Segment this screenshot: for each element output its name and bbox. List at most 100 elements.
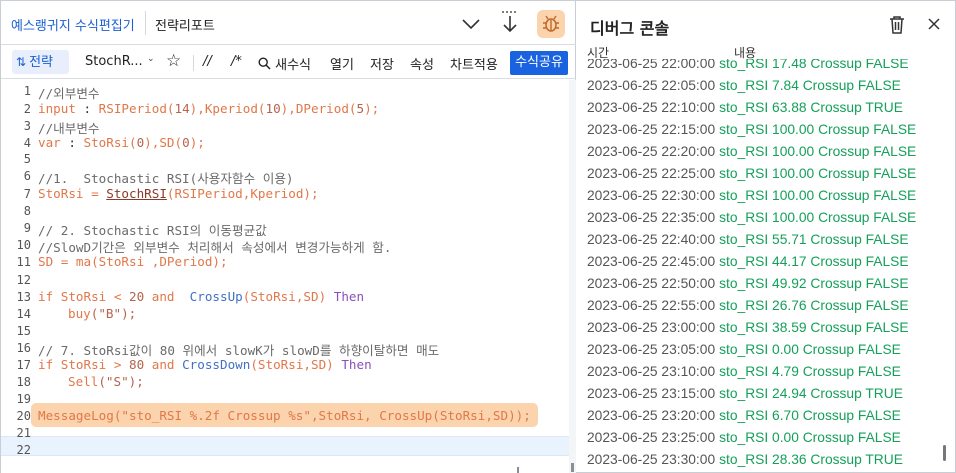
- line-number: 10: [16, 238, 31, 252]
- line-number: 13: [16, 290, 31, 304]
- code-line-13: if StoRsi < 20 and CrossUp(StoRsi,SD) Th…: [38, 289, 365, 304]
- code-scrollbar[interactable]: [569, 80, 576, 473]
- log-row: 2023-06-25 22:15:00 sto_RSI 100.00 Crossu…: [587, 122, 916, 144]
- line-number: 7: [23, 187, 31, 201]
- code-editor[interactable]: 1 2 3 4 5 6 7 8 9 10 11 12 13 14 15 16 17 18 19 20 21 22 //외부…: [1, 80, 576, 473]
- open-button[interactable]: 열기: [330, 54, 354, 73]
- log-message: sto_RSI 49.92 Crossup FALSE: [719, 276, 909, 291]
- search-icon: [258, 57, 271, 70]
- code-scroll-thumb[interactable]: [571, 463, 574, 472]
- console-scroll-thumb[interactable]: [943, 445, 946, 461]
- line-number: 9: [23, 221, 31, 235]
- log-time: 2023-06-25 23:05:00: [587, 342, 716, 357]
- new-formula-label: 새수식: [275, 58, 312, 73]
- line-number: 1: [23, 84, 31, 98]
- line-number: 17: [16, 358, 31, 372]
- line-number: 5: [23, 152, 31, 166]
- log-time: 2023-06-25 23:30:00: [587, 452, 716, 467]
- log-row: 2023-06-25 23:20:00 sto_RSI 6.70 Crossup …: [587, 408, 901, 430]
- line-number: 19: [16, 392, 31, 406]
- log-message: sto_RSI 55.71 Crossup FALSE: [719, 232, 909, 247]
- code-line-7: StoRsi = StochRSI(RSIPeriod,Kperiod);: [38, 186, 319, 201]
- chevron-down-icon[interactable]: [459, 13, 483, 35]
- log-row: 2023-06-25 23:25:00 sto_RSI 0.00 Crossup …: [587, 430, 901, 452]
- log-time: 2023-06-25 23:10:00: [587, 364, 716, 379]
- current-line: [1, 436, 576, 456]
- strategy-select[interactable]: StochR...: [85, 54, 143, 69]
- log-message: sto_RSI 100.00 Crossup FALSE: [719, 166, 917, 181]
- save-button[interactable]: 저장: [370, 54, 394, 73]
- apply-chart-button[interactable]: 차트적용: [450, 54, 498, 73]
- log-message: sto_RSI 44.17 Crossup FALSE: [719, 254, 909, 269]
- log-row: 2023-06-25 22:10:00 sto_RSI 63.88 Crossup…: [587, 100, 903, 122]
- log-message: sto_RSI 100.00 Crossup FALSE: [719, 188, 917, 203]
- comment-button[interactable]: //: [203, 54, 212, 69]
- log-message: sto_RSI 38.59 Crossup FALSE: [719, 320, 909, 335]
- line-number: 15: [16, 324, 31, 338]
- new-formula-button[interactable]: 새수식: [258, 54, 311, 73]
- log-row: 2023-06-25 22:00:00 sto_RSI 17.48 Crossup…: [587, 59, 909, 78]
- log-message: sto_RSI 4.79 Crossup FALSE: [719, 364, 901, 379]
- code-line-6: //1. Stochastic RSI(사용자함수 이용): [38, 171, 294, 186]
- console-title: 디버그 콘솔: [590, 19, 670, 38]
- caret-down-icon[interactable]: ⌄: [147, 54, 155, 64]
- line-number: 11: [16, 255, 31, 269]
- log-row: 2023-06-25 22:50:00 sto_RSI 49.92 Crossup…: [587, 276, 909, 298]
- editor-title-bar: 예스랭귀지 수식편집기 전략리포트: [1, 1, 576, 45]
- log-time: 2023-06-25 23:15:00: [587, 386, 716, 401]
- code-horizontal-scroll[interactable]: [517, 467, 519, 473]
- line-number: 2: [23, 102, 31, 116]
- log-message: sto_RSI 100.00 Crossup FALSE: [719, 122, 917, 137]
- tab-strategy-report[interactable]: 전략리포트: [155, 15, 215, 34]
- log-row: 2023-06-25 23:30:00 sto_RSI 28.36 Crossup…: [587, 452, 903, 473]
- code-line-18: Sell("S");: [68, 374, 144, 389]
- log-list[interactable]: 2023-06-25 22:00:00 sto_RSI 17.48 Crossup…: [577, 59, 942, 473]
- code-line-14: buy("B");: [68, 306, 137, 321]
- log-message: sto_RSI 100.00 Crossup FALSE: [719, 144, 917, 159]
- log-message: sto_RSI 63.88 Crossup TRUE: [719, 100, 903, 115]
- log-message: sto_RSI 26.76 Crossup FALSE: [719, 298, 909, 313]
- line-number: 6: [23, 169, 31, 183]
- close-icon[interactable]: [926, 15, 942, 33]
- code-line-1: //외부변수: [38, 86, 100, 101]
- sort-icon: ⇅: [16, 55, 27, 69]
- line-number: 14: [16, 307, 31, 321]
- line-number: 3: [23, 119, 31, 133]
- log-time: 2023-06-25 23:20:00: [587, 408, 716, 423]
- code-line-20: MessageLog("sto_RSI %.2f Crossup %s",Sto…: [38, 408, 531, 423]
- line-number: 20: [16, 409, 31, 423]
- log-message: sto_RSI 24.94 Crossup TRUE: [719, 386, 903, 401]
- log-time: 2023-06-25 22:45:00: [587, 254, 716, 269]
- title-divider: [145, 11, 146, 35]
- log-row: 2023-06-25 23:00:00 sto_RSI 38.59 Crossup…: [587, 320, 909, 342]
- log-time: 2023-06-25 22:20:00: [587, 144, 716, 159]
- share-formula-button[interactable]: 수식공유: [510, 51, 568, 75]
- log-time: 2023-06-25 22:30:00: [587, 188, 716, 203]
- log-time: 2023-06-25 22:55:00: [587, 298, 716, 313]
- log-time: 2023-06-25 22:35:00: [587, 210, 716, 225]
- log-time: 2023-06-25 22:40:00: [587, 232, 716, 247]
- log-row: 2023-06-25 23:05:00 sto_RSI 0.00 Crossup …: [587, 342, 901, 364]
- log-time: 2023-06-25 22:05:00: [587, 78, 716, 93]
- properties-button[interactable]: 속성: [410, 54, 434, 73]
- block-comment-button[interactable]: /*: [231, 54, 242, 69]
- editor-toolbar: ⇅ 전략 StochR... ⌄ ☆ // /* 새수식 열기 저장 속성 차트적…: [1, 46, 576, 79]
- log-row: 2023-06-25 22:55:00 sto_RSI 26.76 Crossup…: [587, 298, 909, 320]
- log-row: 2023-06-25 22:05:00 sto_RSI 7.84 Crossup …: [587, 78, 901, 100]
- log-time: 2023-06-25 22:50:00: [587, 276, 716, 291]
- debug-bug-icon[interactable]: [537, 10, 565, 38]
- line-number: 8: [23, 204, 31, 218]
- log-message: sto_RSI 0.00 Crossup FALSE: [719, 430, 901, 445]
- download-arrow-icon[interactable]: [498, 9, 522, 37]
- toolbar-divider: [193, 55, 194, 71]
- log-row: 2023-06-25 23:15:00 sto_RSI 24.94 Crossup…: [587, 386, 903, 408]
- log-message: sto_RSI 100.00 Crossup FALSE: [719, 210, 917, 225]
- line-number: 4: [23, 136, 31, 150]
- code-line-11: SD = ma(StoRsi ,DPeriod);: [38, 254, 228, 269]
- log-row: 2023-06-25 23:10:00 sto_RSI 4.79 Crossup …: [587, 364, 901, 386]
- strategy-type-button[interactable]: ⇅ 전략: [12, 50, 69, 74]
- star-icon[interactable]: ☆: [166, 51, 181, 71]
- trash-icon[interactable]: [888, 15, 906, 35]
- log-message: sto_RSI 6.70 Crossup FALSE: [719, 408, 901, 423]
- line-number: 21: [16, 426, 31, 440]
